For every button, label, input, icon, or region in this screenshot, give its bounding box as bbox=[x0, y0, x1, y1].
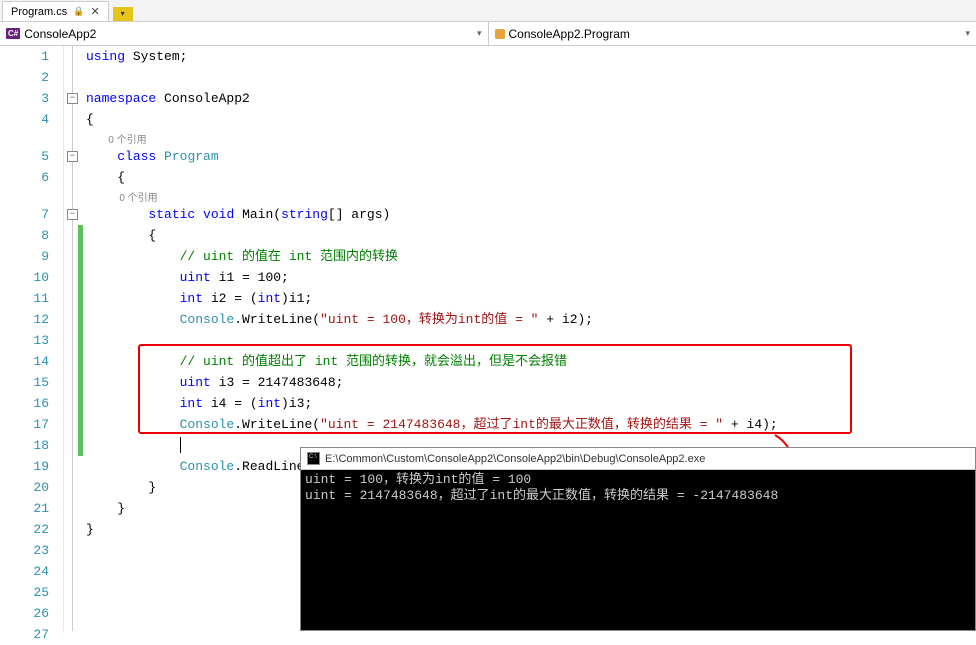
console-icon bbox=[307, 452, 320, 465]
fold-toggle-icon[interactable]: − bbox=[67, 151, 78, 162]
csharp-icon: C# bbox=[6, 28, 20, 39]
line-number-gutter: 1 2 3 4 5 6 7 8 9 10 11 12 13 14 15 16 1… bbox=[0, 46, 64, 631]
lock-icon: 🔒 bbox=[73, 6, 84, 17]
text-cursor bbox=[180, 437, 181, 453]
breadcrumb-class-label: ConsoleApp2.Program bbox=[509, 27, 630, 41]
console-title-text: E:\Common\Custom\ConsoleApp2\ConsoleApp2… bbox=[325, 453, 705, 465]
fold-toggle-icon[interactable]: − bbox=[67, 209, 78, 220]
breadcrumb-class[interactable]: ConsoleApp2.Program ▾ bbox=[489, 22, 976, 45]
chevron-down-icon[interactable]: ▾ bbox=[965, 28, 970, 39]
console-window[interactable]: E:\Common\Custom\ConsoleApp2\ConsoleApp2… bbox=[300, 447, 976, 631]
tab-bar: Program.cs 🔒 ✕ ▾ bbox=[0, 0, 976, 22]
pinned-marker-icon: ▾ bbox=[113, 7, 133, 21]
console-output: uint = 100，转换为int的值 = 100 uint = 2147483… bbox=[301, 470, 975, 506]
breadcrumb-project-label: ConsoleApp2 bbox=[24, 27, 96, 41]
console-titlebar[interactable]: E:\Common\Custom\ConsoleApp2\ConsoleApp2… bbox=[301, 448, 975, 470]
change-marker bbox=[78, 225, 83, 456]
breadcrumb: C# ConsoleApp2 ▾ ConsoleApp2.Program ▾ bbox=[0, 22, 976, 46]
fold-toggle-icon[interactable]: − bbox=[67, 93, 78, 104]
class-icon bbox=[495, 29, 505, 39]
close-icon[interactable]: ✕ bbox=[90, 5, 99, 18]
file-tab[interactable]: Program.cs 🔒 ✕ bbox=[2, 1, 109, 21]
tab-filename: Program.cs bbox=[11, 6, 67, 18]
chevron-down-icon[interactable]: ▾ bbox=[477, 28, 482, 39]
breadcrumb-project[interactable]: C# ConsoleApp2 ▾ bbox=[0, 22, 489, 45]
